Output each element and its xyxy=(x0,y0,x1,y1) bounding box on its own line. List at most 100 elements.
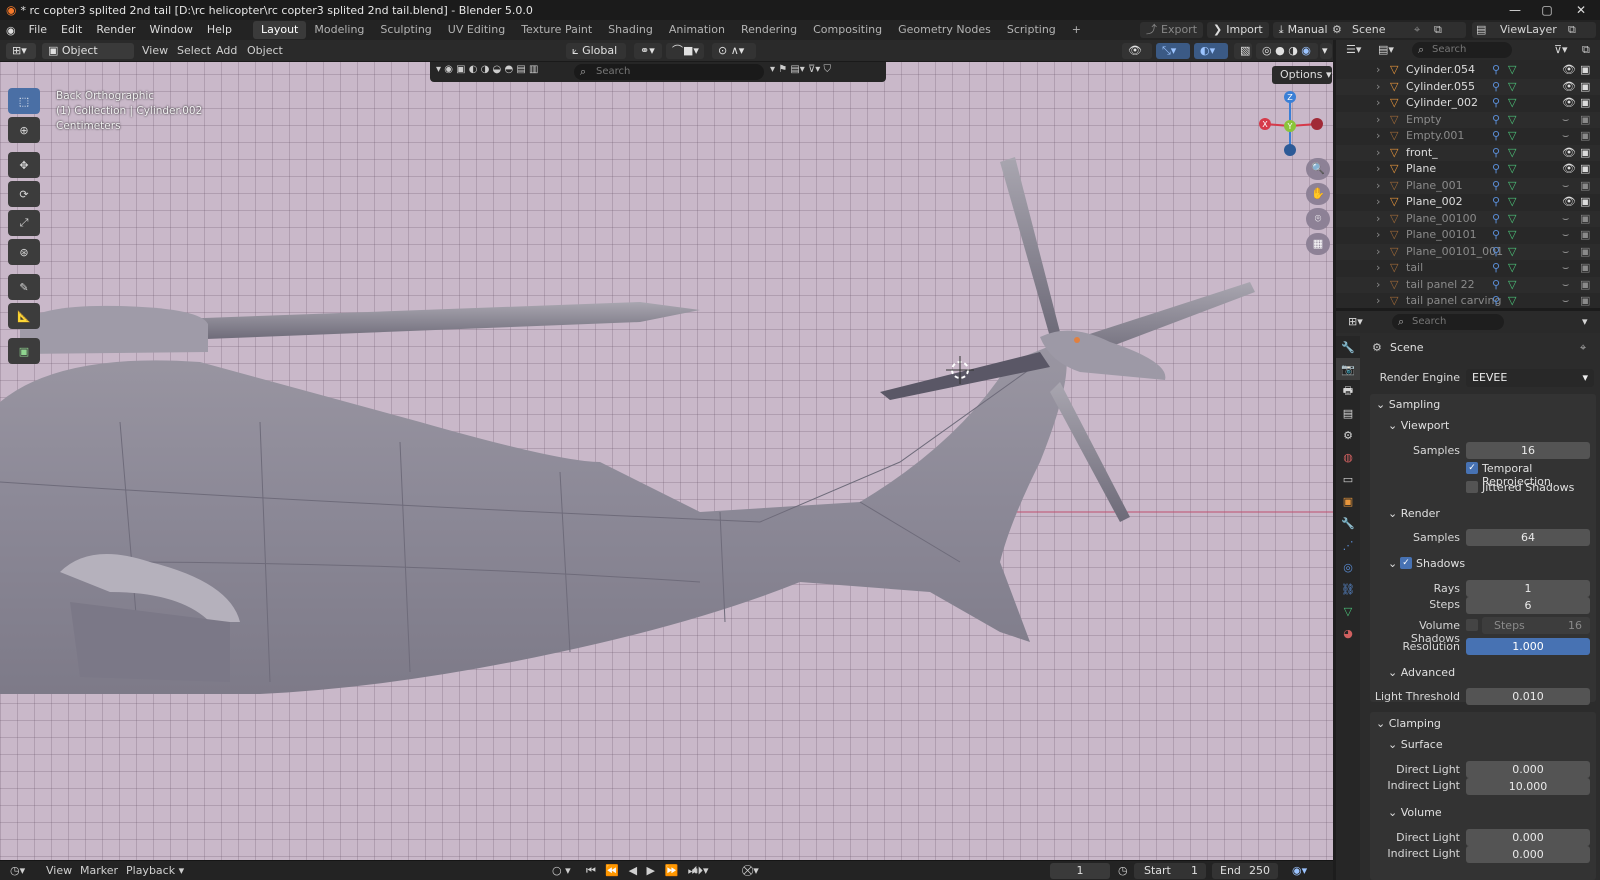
object-tab-icon[interactable]: ▣ xyxy=(1336,490,1360,512)
render-camera-icon[interactable]: ▣ xyxy=(1580,244,1590,260)
constraints-tab-icon[interactable]: ⛓ xyxy=(1336,578,1360,600)
scene-tab-icon[interactable]: ⚙ xyxy=(1336,424,1360,446)
proportional-edit-toggle[interactable]: ⊙ ∧▾ xyxy=(712,43,756,59)
resolution-slider[interactable]: 1.000 xyxy=(1466,638,1590,655)
view-layer-selector[interactable]: ▤ ViewLayer ⧉ xyxy=(1472,22,1596,38)
expand-arrow-icon[interactable]: › xyxy=(1376,95,1380,111)
expand-arrow-icon[interactable]: › xyxy=(1376,128,1380,144)
properties-editor-icon[interactable]: ⊞▾ xyxy=(1348,315,1363,328)
advanced-subpanel-header[interactable]: ⌄ Advanced xyxy=(1388,666,1455,679)
gizmo-toggle[interactable]: ⤡▾ xyxy=(1156,43,1190,59)
workspace-tab-animation[interactable]: Animation xyxy=(661,21,733,39)
surface-subpanel-header[interactable]: ⌄ Surface xyxy=(1388,738,1443,751)
surface-direct-light-field[interactable]: 0.000 xyxy=(1466,761,1590,778)
tool-tab-icon[interactable]: 🔧 xyxy=(1336,336,1360,358)
visibility-eye-icon[interactable]: ⌣ xyxy=(1562,128,1569,144)
pin-context-icon[interactable]: ⌖ xyxy=(1580,341,1586,355)
viewport-samples-field[interactable]: 16 xyxy=(1466,442,1590,459)
keyframe-toggle-icon[interactable]: ○ ▾ xyxy=(552,864,571,878)
visibility-eye-icon[interactable]: ⌣ xyxy=(1562,293,1569,308)
render-camera-icon[interactable]: ▣ xyxy=(1580,145,1590,161)
render-engine-dropdown[interactable]: EEVEE ▾ xyxy=(1466,369,1594,387)
visibility-eye-icon[interactable]: ⌣ xyxy=(1562,277,1569,293)
visibility-eye-icon[interactable]: ⌣ xyxy=(1562,227,1569,243)
expand-arrow-icon[interactable]: › xyxy=(1376,244,1380,260)
display-mode-icon[interactable]: ▤▾ xyxy=(1378,43,1394,56)
menu-window[interactable]: Window xyxy=(143,20,200,40)
outliner-row[interactable]: › ▽ Empty.001 ⚲ ▽ ⌣ ▣ xyxy=(1336,128,1600,144)
expand-arrow-icon[interactable]: › xyxy=(1376,293,1380,308)
expand-arrow-icon[interactable]: › xyxy=(1376,62,1380,78)
volume-direct-light-field[interactable]: 0.000 xyxy=(1466,829,1590,846)
snap-toggle[interactable]: ⌒■▾ xyxy=(666,43,704,59)
select-box-tool[interactable]: ⬚ xyxy=(8,88,40,114)
maximize-button[interactable]: ▢ xyxy=(1532,0,1562,20)
transform-tool[interactable]: ⊛ xyxy=(8,239,40,265)
visibility-eye-icon[interactable]: 👁 xyxy=(1562,161,1576,177)
render-camera-icon[interactable]: ▣ xyxy=(1580,227,1590,243)
visibility-eye-icon[interactable]: ⌣ xyxy=(1562,244,1569,260)
world-tab-icon[interactable]: ◍ xyxy=(1336,446,1360,468)
viewport-menu-add[interactable]: Add xyxy=(216,43,237,59)
outliner-row[interactable]: › ▽ Plane ⚲ ▽ 👁 ▣ xyxy=(1336,161,1600,177)
minimize-button[interactable]: — xyxy=(1500,0,1530,20)
perspective-grid-icon[interactable]: ▦ xyxy=(1306,233,1330,255)
add-cube-tool[interactable]: ▣ xyxy=(8,338,40,364)
workspace-tab-sculpting[interactable]: Sculpting xyxy=(372,21,439,39)
expand-arrow-icon[interactable]: › xyxy=(1376,145,1380,161)
render-camera-icon[interactable]: ▣ xyxy=(1580,293,1590,308)
visibility-eye-icon[interactable]: ⌣ xyxy=(1562,260,1569,276)
expand-arrow-icon[interactable]: › xyxy=(1376,227,1380,243)
expand-arrow-icon[interactable]: › xyxy=(1376,178,1380,194)
visibility-eye-icon[interactable]: ⌣ xyxy=(1562,211,1569,227)
rotate-tool[interactable]: ⟳ xyxy=(8,181,40,207)
timeline-view-options-icon[interactable]: ◉▾ xyxy=(1292,864,1307,878)
menu-render[interactable]: Render xyxy=(89,20,142,40)
render-camera-icon[interactable]: ▣ xyxy=(1580,79,1590,95)
timeline-editor-icon[interactable]: ◷▾ xyxy=(10,864,25,878)
steps-field[interactable]: 6 xyxy=(1466,597,1590,614)
volume-shadows-checkbox[interactable] xyxy=(1466,619,1478,631)
visibility-eye-icon[interactable]: 👁 xyxy=(1562,62,1576,78)
pin-icon[interactable]: ⌖ xyxy=(1414,22,1420,38)
viewport-menu-select[interactable]: Select xyxy=(177,43,211,59)
expand-arrow-icon[interactable]: › xyxy=(1376,194,1380,210)
keyframe-jump-icons[interactable]: ⏴⏵▾ xyxy=(692,864,709,878)
visibility-eye-icon[interactable]: ⌣ xyxy=(1562,112,1569,128)
add-workspace-icon[interactable]: + xyxy=(1064,21,1089,39)
outliner-row[interactable]: › ▽ tail panel 22 ⚲ ▽ ⌣ ▣ xyxy=(1336,276,1600,293)
render-camera-icon[interactable]: ▣ xyxy=(1580,161,1590,177)
workspace-tab-scripting[interactable]: Scripting xyxy=(999,21,1064,39)
surface-indirect-light-field[interactable]: 10.000 xyxy=(1466,778,1590,795)
expand-arrow-icon[interactable]: › xyxy=(1376,260,1380,276)
expand-arrow-icon[interactable]: › xyxy=(1376,161,1380,177)
viewport-menu-view[interactable]: View xyxy=(142,43,168,59)
manual-button[interactable]: ⤓ Manual xyxy=(1272,22,1334,38)
temporal-reprojection-checkbox[interactable]: ✓ xyxy=(1466,462,1478,474)
visibility-eye-icon[interactable]: 👁 xyxy=(1562,145,1576,161)
timeline-menu-playback[interactable]: Playback ▾ xyxy=(126,864,184,878)
render-subpanel-header[interactable]: ⌄ Render xyxy=(1388,507,1440,520)
menu-edit[interactable]: Edit xyxy=(54,20,89,40)
transform-orientation-dropdown[interactable]: ⟀ Global ▾ xyxy=(566,43,626,73)
blender-menu-icon[interactable]: ◉ xyxy=(6,24,16,37)
outliner-row[interactable]: › ▽ Plane_001 ⚲ ▽ ⌣ ▣ xyxy=(1336,177,1600,194)
workspace-tab-rendering[interactable]: Rendering xyxy=(733,21,805,39)
outliner-row[interactable]: › ▽ Cylinder.055 ⚲ ▽ 👁 ▣ xyxy=(1336,78,1600,95)
shadows-subpanel-header[interactable]: ⌄ xyxy=(1388,557,1397,570)
outliner-filter-icon[interactable]: ⊽▾ xyxy=(1554,43,1568,56)
outliner-row[interactable]: › ▽ Cylinder_002 ⚲ ▽ 👁 ▣ xyxy=(1336,95,1600,111)
menu-help[interactable]: Help xyxy=(200,20,239,40)
new-view-layer-icon[interactable]: ⧉ xyxy=(1568,22,1576,38)
navigation-gizmo[interactable]: Z Y X xyxy=(1250,86,1330,166)
start-frame-field[interactable]: Start 1 xyxy=(1134,863,1206,879)
end-frame-field[interactable]: End 250 xyxy=(1212,863,1278,879)
new-collection-icon[interactable]: ⧉ xyxy=(1582,43,1590,57)
shadows-checkbox[interactable]: ✓ xyxy=(1400,557,1412,569)
properties-search-input[interactable]: ⌕ Search xyxy=(1392,314,1504,330)
auto-key-icon[interactable]: ⛒▾ xyxy=(742,864,759,878)
shading-modes[interactable]: ◎ ● ◑ ◉ xyxy=(1256,43,1318,59)
workspace-tab-layout[interactable]: Layout xyxy=(252,21,307,39)
material-tab-icon[interactable]: ◕ xyxy=(1336,622,1360,644)
render-camera-icon[interactable]: ▣ xyxy=(1580,211,1590,227)
